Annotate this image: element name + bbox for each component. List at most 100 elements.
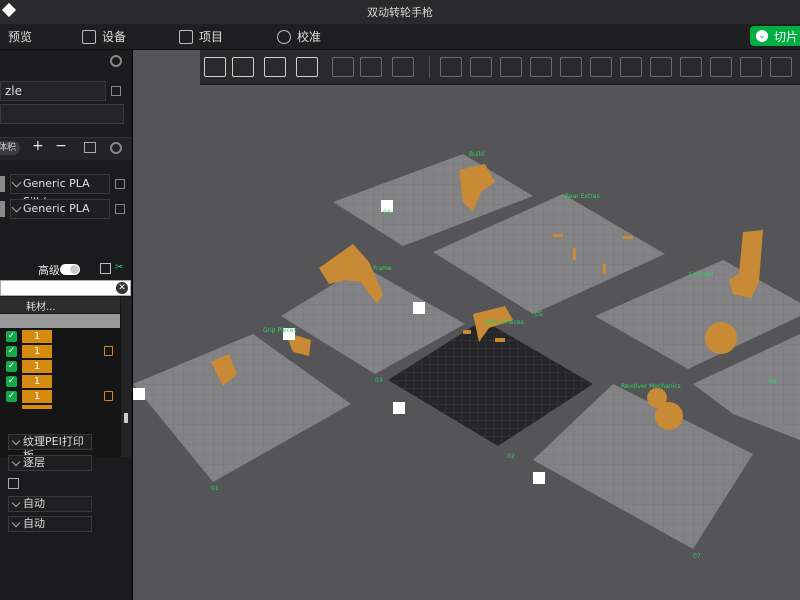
table-row[interactable]: ✓ 1 — [0, 390, 120, 405]
sequence-value: 逐层 — [23, 456, 45, 469]
filament-color-swatch-1[interactable] — [0, 176, 5, 192]
plate-type-select[interactable]: 纹理PEI打印板 — [8, 434, 92, 462]
menu-device[interactable]: 设备 — [82, 28, 126, 45]
visible-checkbox[interactable]: ✓ — [6, 391, 17, 402]
plates-scene: Build 04 Rear Extras 05 Cylinder 06 Fram… — [133, 151, 800, 560]
plate-label: Build — [469, 151, 484, 158]
table-row[interactable]: ✓ 1 — [0, 345, 120, 360]
filament-number[interactable]: 1 — [22, 330, 52, 343]
slice-button[interactable]: ⌄ 切片 — [750, 26, 800, 46]
chevron-down-icon — [11, 518, 21, 528]
cut-icon[interactable] — [560, 57, 582, 77]
filament-toolbar: 体积 + − — [0, 137, 132, 160]
add-icon[interactable]: + — [32, 138, 44, 154]
table-row[interactable]: ✓ 1 — [0, 360, 120, 375]
add-plate-icon[interactable] — [232, 57, 254, 77]
chevron-down-icon — [11, 202, 22, 213]
sequence-select[interactable]: 逐层 — [8, 455, 92, 471]
object-table-scrollbar[interactable] — [121, 297, 131, 457]
measure-icon[interactable] — [710, 57, 732, 77]
filament-number[interactable]: 1 — [22, 345, 52, 358]
printer-preset-field[interactable]: zle — [0, 81, 106, 101]
window-title: 双动转轮手枪 — [367, 6, 433, 19]
color-paint-icon[interactable] — [650, 57, 672, 77]
advanced-label: 高级 — [38, 264, 60, 277]
split-icon[interactable]: ✂ — [115, 263, 125, 273]
plate-num: 05 — [535, 311, 543, 318]
copy-icon[interactable] — [332, 57, 354, 77]
assembly-icon[interactable] — [740, 57, 762, 77]
filament-number[interactable]: 1 — [22, 360, 52, 373]
plate-preset-field[interactable] — [0, 104, 124, 124]
menu-project[interactable]: 项目 — [179, 28, 223, 45]
part-small-piece[interactable] — [573, 248, 576, 260]
filament-settings-gear-icon[interactable] — [110, 142, 122, 154]
plate-num: 02 — [507, 453, 515, 460]
edit-filament-1-icon[interactable] — [115, 179, 125, 189]
clear-search-icon[interactable]: ✕ — [116, 282, 128, 294]
filament-select-1[interactable]: Generic PLA Silk(... — [10, 174, 110, 208]
lock-icon[interactable] — [104, 391, 113, 401]
filament-select-2[interactable]: Generic PLA — [10, 199, 110, 219]
auto-value-1: 自动 — [23, 497, 45, 510]
filament-color-swatch-2[interactable] — [0, 201, 5, 217]
filament-number[interactable]: 1 — [22, 390, 52, 403]
object-search-input[interactable]: ✕ — [0, 280, 131, 296]
table-row[interactable]: ✓ 1 — [0, 375, 120, 390]
support-paint-icon[interactable] — [590, 57, 612, 77]
3d-viewport[interactable]: Build 04 Rear Extras 05 Cylinder 06 Fram… — [133, 50, 800, 600]
slice-button-label: 切片 — [774, 29, 799, 44]
menu-calibration[interactable]: 校准 — [277, 28, 321, 45]
auto-orient-icon[interactable] — [264, 57, 286, 77]
chevron-down-icon — [11, 177, 22, 188]
part-small-piece[interactable] — [463, 330, 471, 334]
table-row[interactable] — [0, 405, 120, 420]
calibration-icon — [277, 29, 291, 44]
plate-label: Frame — [373, 265, 392, 272]
visible-checkbox[interactable]: ✓ — [6, 331, 17, 342]
part-small-piece[interactable] — [553, 234, 563, 237]
filament-name-2: Generic PLA — [23, 202, 90, 215]
table-row[interactable]: ✓ 1 — [0, 330, 120, 345]
plate-num: 01 — [211, 485, 219, 492]
visible-checkbox[interactable]: ✓ — [6, 376, 17, 387]
layers-icon[interactable] — [392, 57, 414, 77]
scrollbar-thumb[interactable] — [124, 413, 128, 423]
lock-icon[interactable] — [104, 346, 113, 356]
menu-preview[interactable]: 预览 — [8, 28, 32, 45]
list-view-icon[interactable] — [100, 263, 111, 274]
part-small-piece[interactable] — [603, 264, 606, 274]
auto-select-1[interactable]: 自动 — [8, 496, 92, 512]
rotate-icon[interactable] — [470, 57, 492, 77]
paste-icon[interactable] — [360, 57, 382, 77]
add-object-icon[interactable] — [204, 57, 226, 77]
volume-pill[interactable]: 体积 — [0, 141, 20, 155]
text-icon[interactable] — [680, 57, 702, 77]
visible-checkbox[interactable]: ✓ — [6, 361, 17, 372]
move-icon[interactable] — [440, 57, 462, 77]
visible-checkbox[interactable]: ✓ — [6, 346, 17, 357]
sync-filament-icon[interactable] — [84, 142, 96, 153]
arrange-icon[interactable] — [296, 57, 318, 77]
filament-number-partial[interactable] — [22, 405, 52, 409]
part-cylinder-gear-2[interactable] — [655, 402, 683, 430]
plate-num: 03 — [375, 377, 383, 384]
auto-select-2[interactable]: 自动 — [8, 516, 92, 532]
remove-icon[interactable]: − — [55, 138, 67, 154]
seam-paint-icon[interactable] — [620, 57, 642, 77]
printer-settings-gear-icon[interactable] — [110, 55, 122, 67]
scale-icon[interactable] — [500, 57, 522, 77]
part-small-piece[interactable] — [495, 338, 505, 342]
lay-on-face-icon[interactable] — [530, 57, 552, 77]
filament-number[interactable]: 1 — [22, 375, 52, 388]
part-cylinder-round[interactable] — [705, 322, 737, 354]
advanced-toggle[interactable] — [60, 264, 80, 275]
edit-filament-2-icon[interactable] — [115, 204, 125, 214]
plate-label: Revolver Mechanics — [621, 383, 681, 390]
edit-icon[interactable] — [111, 86, 121, 96]
selected-row-highlight[interactable] — [0, 314, 120, 328]
option-checkbox[interactable] — [8, 478, 19, 489]
part-small-piece[interactable] — [623, 236, 633, 239]
menu-calibration-label: 校准 — [297, 30, 322, 44]
more-tools-icon[interactable] — [770, 57, 792, 77]
